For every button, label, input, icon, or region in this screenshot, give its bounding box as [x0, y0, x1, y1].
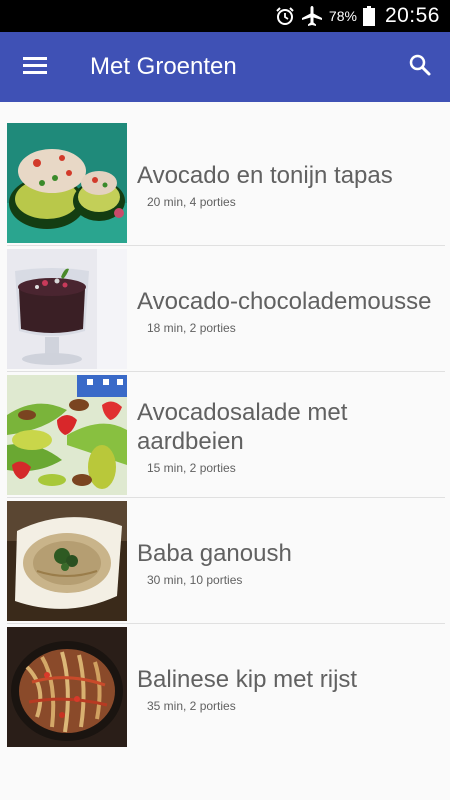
hamburger-menu-icon	[23, 55, 47, 80]
recipe-thumbnail	[7, 627, 127, 747]
menu-button[interactable]	[0, 32, 70, 102]
recipe-item[interactable]: Avocado en tonijn tapas 20 min, 4 portie…	[7, 120, 445, 246]
page-title: Met Groenten	[90, 53, 237, 80]
recipe-name: Avocado-chocolademousse	[137, 287, 432, 315]
clock: 20:56	[384, 4, 440, 27]
status-bar: 78% 20:56	[0, 0, 450, 32]
alarm-icon	[275, 6, 295, 26]
search-button[interactable]	[390, 32, 450, 102]
recipe-name: Avocadosalade met aardbeien	[137, 399, 348, 455]
recipe-name: Avocado en tonijn tapas	[137, 161, 393, 189]
recipe-item[interactable]: Balinese kip met rijst 35 min, 2 porties	[7, 624, 445, 750]
recipe-name: Baba ganoush	[137, 539, 292, 567]
recipe-thumbnail	[7, 122, 127, 243]
recipe-list: Avocado en tonijn tapas 20 min, 4 portie…	[0, 102, 450, 800]
recipe-meta: 30 min, 10 porties	[147, 572, 243, 587]
recipe-item[interactable]: Avocado-chocolademousse 18 min, 2 portie…	[7, 246, 445, 372]
recipe-item[interactable]: Baba ganoush 30 min, 10 porties	[7, 498, 445, 624]
app-bar: Met Groenten	[0, 32, 450, 102]
battery-percent: 78%	[328, 8, 357, 24]
recipe-thumbnail	[7, 500, 127, 621]
airplane-icon	[301, 5, 323, 27]
battery-icon	[362, 6, 375, 26]
recipe-meta: 20 min, 4 porties	[147, 194, 236, 209]
recipe-thumbnail	[7, 248, 127, 369]
search-icon	[408, 53, 432, 82]
recipe-meta: 35 min, 2 porties	[147, 699, 236, 713]
recipe-name: Balinese kip met rijst	[137, 666, 358, 693]
recipe-thumbnail	[7, 374, 127, 495]
recipe-meta: 15 min, 2 porties	[147, 461, 236, 475]
recipe-meta: 18 min, 2 porties	[147, 320, 236, 335]
recipe-item[interactable]: Avocadosalade met aardbeien 15 min, 2 po…	[7, 372, 445, 498]
